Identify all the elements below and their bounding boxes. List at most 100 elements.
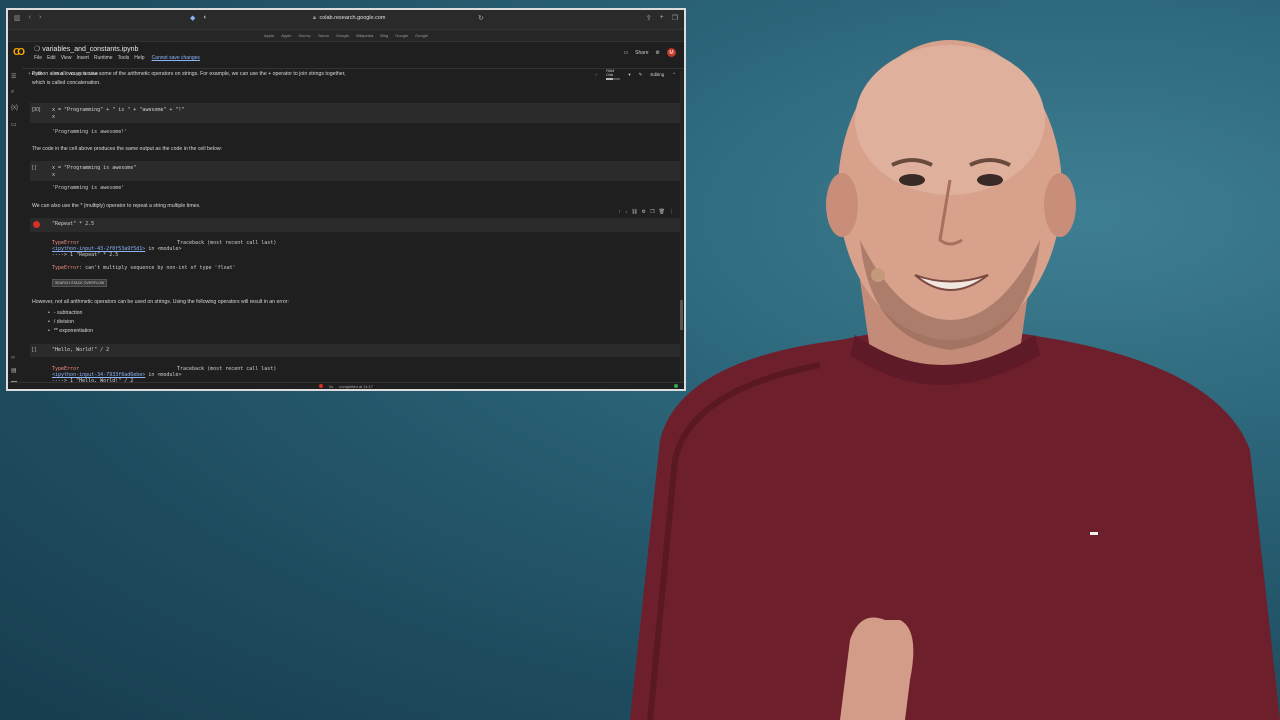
back-icon[interactable]: ‹	[29, 14, 31, 22]
left-sidebar: ☰ ⌕ {x} ▭ ‹› ▤ ▬	[8, 67, 22, 389]
move-down-icon[interactable]: ↓	[625, 209, 628, 215]
notebook-title-text: variables_and_constants.ipynb	[42, 46, 139, 53]
cell-1-code-line2[interactable]: x	[52, 114, 55, 120]
notebook-content: Python also allows us to use some of the…	[22, 70, 684, 388]
colab-header: CO ❍ variables_and_constants.ipynb File E…	[8, 42, 684, 69]
files-folder-icon[interactable]: ▭	[11, 121, 17, 128]
cell-toolbar: ↑ ↓ ⛓ ⚙ ❐ 🗑︎ ⋮	[618, 209, 674, 215]
colab-logo-icon[interactable]: CO	[13, 47, 29, 58]
link-icon[interactable]: ⛓	[631, 209, 637, 215]
code-cell-3[interactable]: ↑ ↓ ⛓ ⚙ ❐ 🗑︎ ⋮ "Repeat" * 2.5	[30, 209, 680, 232]
cell-1-output: 'Programming is awesome!'	[52, 129, 128, 135]
list-item-text: ** exponentiation	[53, 328, 94, 334]
browser-actions: ⇪ + ❐	[646, 14, 678, 22]
menu-file[interactable]: File	[34, 55, 42, 61]
bookmark-item[interactable]: Apple	[264, 33, 274, 38]
cell-settings-icon[interactable]: ⚙	[642, 209, 646, 215]
code-cell-2[interactable]: [ ] x = "Programming is awesome" x	[30, 161, 680, 181]
url-text: colab.research.google.com	[319, 15, 386, 21]
command-palette-icon[interactable]: ▤	[11, 367, 17, 374]
bookmark-item[interactable]: Google	[415, 33, 428, 38]
presenter-figure	[630, 40, 1280, 720]
list-item: • - subtraction	[48, 310, 83, 316]
cell-1-code[interactable]: x = "Programming" + " is " + "awesome" +…	[52, 107, 184, 113]
markdown-3: We can also use the * (multiply) operato…	[32, 203, 201, 209]
code-cell-4[interactable]: [ ] "Hello, World!" / 2	[30, 344, 680, 357]
menu-edit[interactable]: Edit	[47, 55, 56, 61]
error-traceback-label: Traceback (most recent call last)	[177, 240, 277, 246]
cell-3-code[interactable]: "Repeat" * 2.5	[52, 221, 94, 227]
cell-4-code[interactable]: "Hello, World!" / 2	[52, 347, 109, 353]
drive-file-icon: ❍	[34, 46, 41, 53]
browser-toolbar: ▥ ‹ › ◆ ◐ 🔒︎ colab.research.google.com ↻…	[8, 10, 684, 30]
privacy-icon[interactable]: ◐	[203, 14, 207, 22]
search-icon[interactable]: ⌕	[11, 89, 14, 96]
avatar[interactable]: M	[667, 48, 676, 57]
unsaved-changes-link[interactable]: Cannot save changes	[152, 55, 200, 61]
list-item: • ** exponentiation	[48, 328, 94, 334]
cell-2-code[interactable]: x = "Programming is awesome"	[52, 165, 136, 171]
markdown-2: The code in the cell above produces the …	[32, 146, 223, 152]
forward-icon[interactable]: ›	[39, 14, 41, 22]
error-in-module: in <module>	[145, 246, 182, 252]
lock-icon: 🔒︎	[313, 15, 316, 21]
move-up-icon[interactable]: ↑	[618, 209, 621, 215]
code-snippets-icon[interactable]: ‹›	[11, 355, 15, 361]
notebook-title[interactable]: ❍ variables_and_constants.ipynb	[34, 45, 138, 53]
markdown-intro-line2: which is called concatenation.	[32, 80, 101, 86]
cell-2-output: 'Programming is awesome'	[52, 185, 125, 191]
cell-2-code-line2[interactable]: x	[52, 172, 55, 178]
mirror-cell-icon[interactable]: ❐	[650, 209, 654, 215]
menu-runtime[interactable]: Runtime	[94, 55, 113, 61]
browser-nav: ▥ ‹ ›	[14, 14, 41, 22]
comments-icon[interactable]: ▭	[623, 50, 628, 56]
error-message-type: TypeError	[52, 265, 80, 271]
notebook-scrollbar[interactable]	[680, 70, 683, 389]
bookmark-item[interactable]: Google	[395, 33, 408, 38]
bookmark-item[interactable]: Wikipedia	[356, 33, 373, 38]
search-stack-overflow-button[interactable]: SEARCH STACK OVERFLOW	[52, 279, 108, 287]
bookmark-item[interactable]: Disney	[298, 33, 310, 38]
cell-1-prompt[interactable]: [30]	[32, 107, 40, 113]
header-actions: ▭ Share ⚙ M	[623, 48, 676, 57]
markdown-4: However, not all arithmetic operators ca…	[32, 299, 289, 305]
error-arrow-line: ----> 1 "Repeat" * 2.5	[52, 252, 119, 258]
bookmark-item[interactable]: Yahoo	[318, 33, 329, 38]
menu-view[interactable]: View	[61, 55, 72, 61]
menu-help[interactable]: Help	[134, 55, 144, 61]
more-options-icon[interactable]: ⋮	[669, 209, 674, 215]
scrollbar-thumb[interactable]	[680, 300, 683, 330]
bookmark-item[interactable]: Apple	[281, 33, 291, 38]
code-cell-1[interactable]: [30] x = "Programming" + " is " + "aweso…	[30, 103, 680, 123]
extension-shield-icon[interactable]: ◆	[190, 14, 195, 22]
status-error-icon	[319, 384, 324, 388]
tabs-overview-icon[interactable]: ❐	[672, 14, 678, 22]
status-time: 0s	[329, 383, 334, 389]
bookmark-item[interactable]: Bing	[380, 33, 388, 38]
bookmark-item[interactable]: Google	[336, 33, 349, 38]
status-completed[interactable]: completed at 11:17	[339, 384, 373, 389]
sidebar-toggle-icon[interactable]: ▥	[14, 14, 21, 22]
new-tab-icon[interactable]: +	[660, 14, 664, 22]
reload-icon[interactable]: ↻	[478, 14, 484, 22]
run-error-icon[interactable]	[33, 221, 40, 228]
share-icon[interactable]: ⇪	[646, 14, 652, 22]
error2-traceback-label: Traceback (most recent call last)	[177, 366, 277, 372]
menu-tools[interactable]: Tools	[118, 55, 130, 61]
settings-gear-icon[interactable]: ⚙	[656, 50, 660, 56]
cell-2-prompt[interactable]: [ ]	[32, 165, 36, 171]
markdown-intro-line1: Python also allows us to use some of the…	[32, 71, 346, 77]
address-bar[interactable]: 🔒︎ colab.research.google.com	[313, 15, 386, 22]
share-button[interactable]: Share	[635, 50, 648, 56]
toc-icon[interactable]: ☰	[11, 73, 16, 80]
variables-icon[interactable]: {x}	[11, 105, 18, 111]
status-bar: 0s completed at 11:17	[8, 382, 684, 389]
error2-in-module: in <module>	[145, 372, 182, 378]
presenter-video	[620, 20, 1280, 720]
delete-cell-icon[interactable]: 🗑︎	[659, 209, 665, 215]
error-message-text: : can't multiply sequence by non-int of …	[79, 265, 236, 271]
extensions: ◆ ◐	[190, 14, 208, 22]
menu-insert[interactable]: Insert	[76, 55, 89, 61]
status-ok-icon	[674, 384, 678, 388]
cell-4-prompt[interactable]: [ ]	[32, 347, 36, 353]
